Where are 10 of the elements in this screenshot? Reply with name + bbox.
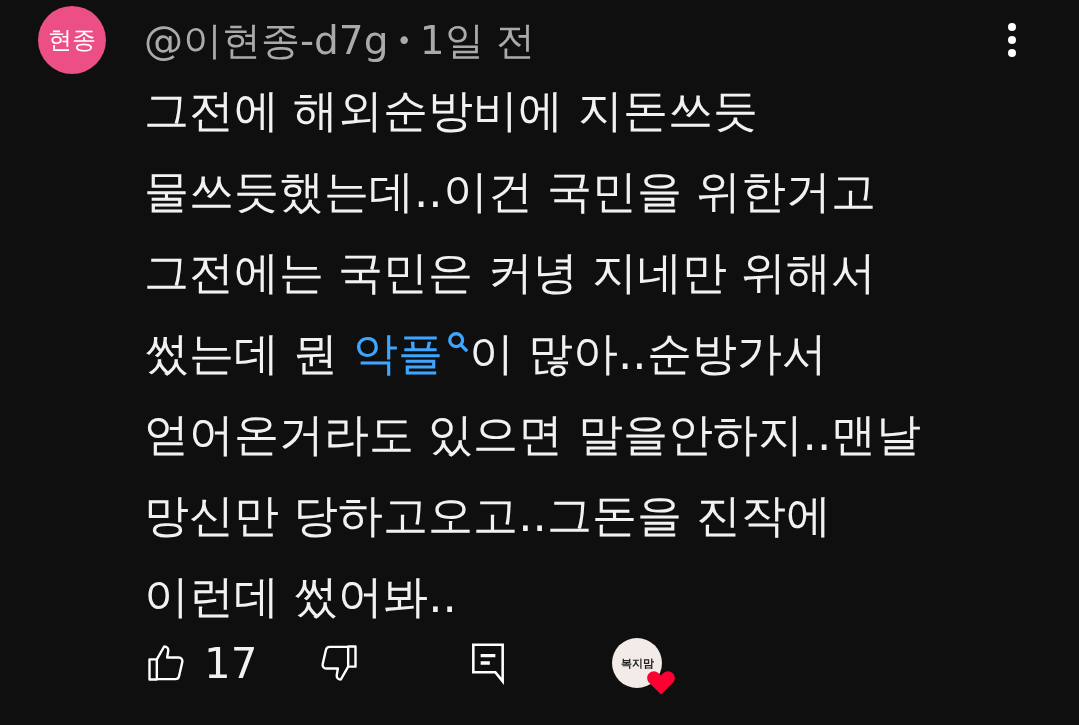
search-icon	[446, 331, 469, 353]
comment-time: 1일 전	[419, 17, 535, 65]
author-handle[interactable]: @이현종-d7g	[144, 14, 389, 68]
search-link[interactable]: 악플	[352, 327, 469, 380]
comment-text: 그전에 해외순방비에 지돈쓰듯 물쓰듯했는데..이건 국민을 위한거고 그전에는 국민은 커녕 지네만 위해서 썼는데 뭔 악플 이 많아..순방가서 얻어온거라도 있으면 말을안하지..맨날 망신만 당하고오고..그돈을 진작에 이런데 썼어봐..	[144, 83, 923, 625]
more-menu-icon[interactable]	[1007, 22, 1017, 58]
author-avatar[interactable]: 현종	[38, 6, 106, 74]
creator-avatar: 복지맘	[612, 638, 663, 688]
like-count: 17	[204, 638, 258, 688]
separator-dot: •	[396, 26, 412, 56]
